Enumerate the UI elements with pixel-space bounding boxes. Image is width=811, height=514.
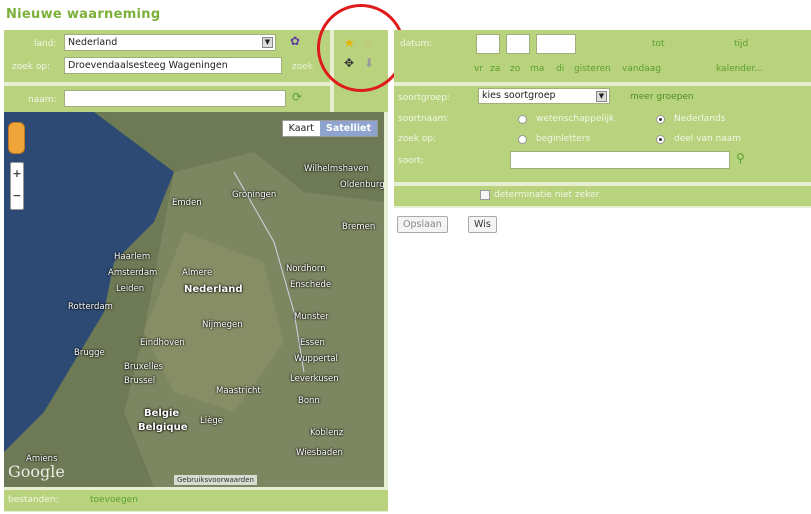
city-label: Nordhorn (286, 264, 326, 274)
city-label: Oldenburg (340, 180, 384, 190)
map-view[interactable]: + − Kaart Satelliet Wilhelmshaven Oldenb… (4, 112, 384, 487)
day-shortcut[interactable]: vr (474, 64, 483, 74)
day-shortcut[interactable]: za (490, 64, 500, 74)
map-attribution[interactable]: Gebruiksvoorwaarden (174, 475, 257, 485)
city-label: Wiesbaden (296, 448, 343, 458)
city-label: Nederland (184, 284, 243, 295)
day-shortcut[interactable]: di (556, 64, 564, 74)
zoom-control[interactable]: + − (10, 162, 24, 210)
country-icon[interactable]: ✿ (290, 34, 300, 48)
city-label: Brugge (74, 348, 105, 358)
species-input[interactable] (510, 151, 730, 169)
observation-panel: datum: tot tijd vr za zo ma di gisteren … (394, 30, 811, 208)
city-label: Nijmegen (202, 320, 243, 330)
date-row (394, 30, 811, 82)
soort-label: soort: (398, 156, 424, 166)
city-label: Amsterdam (108, 268, 158, 278)
naam-label: naam: (28, 95, 57, 105)
zoom-out-icon[interactable]: − (11, 185, 23, 207)
zoom-in-icon[interactable]: + (11, 163, 23, 185)
soortnaam-label: soortnaam: (398, 114, 450, 124)
highlight-circle (317, 4, 405, 92)
scientific-label: wetenschappelijk (536, 114, 615, 124)
determination-label: determinatie niet zeker (494, 190, 600, 200)
map-button[interactable]: Kaart (282, 121, 320, 136)
city-label: Wuppertal (294, 354, 338, 364)
calendar-link[interactable]: kalender... (716, 64, 763, 74)
files-label: bestanden: (8, 495, 59, 505)
day-shortcut[interactable]: ma (530, 64, 544, 74)
page-title: Nieuwe waarneming (6, 7, 161, 22)
partial-name-radio[interactable] (656, 135, 665, 144)
species-group-select[interactable]: kies soortgroep (478, 88, 610, 104)
today-link[interactable]: vandaag (622, 64, 661, 74)
city-label: Emden (172, 198, 202, 208)
scientific-radio[interactable] (518, 115, 527, 124)
city-label: Leverkusen (290, 374, 339, 384)
city-label: Belgie (144, 408, 180, 419)
pegman-icon[interactable] (8, 122, 25, 154)
soortgroep-label: soortgroep: (398, 93, 450, 103)
initials-label: beginletters (536, 134, 591, 144)
clear-button[interactable]: Wis (468, 216, 497, 233)
day-input[interactable] (476, 34, 500, 54)
city-label: Groningen (232, 190, 277, 200)
city-label: Liège (200, 416, 223, 426)
land-select[interactable]: Nederland (64, 34, 276, 51)
city-label: Koblenz (310, 428, 344, 438)
dutch-label: Nederlands (674, 114, 726, 124)
google-logo: Google (8, 462, 65, 481)
city-label: Bonn (298, 396, 320, 406)
city-label: Rotterdam (68, 302, 113, 312)
refresh-icon[interactable]: ⟳ (292, 90, 302, 104)
city-label: Almere (182, 268, 213, 278)
files-row: bestanden: toevoegen (4, 490, 388, 511)
city-label: Munster (294, 312, 329, 322)
city-label: Belgique (138, 422, 188, 433)
determination-row (394, 186, 811, 206)
tijd-label: tijd (734, 39, 749, 49)
chevron-down-icon[interactable]: ▼ (596, 91, 607, 102)
address-search-input[interactable]: Droevendaalsesteeg Wageningen (64, 57, 282, 74)
day-shortcut[interactable]: zo (510, 64, 520, 74)
location-name-input[interactable] (64, 90, 286, 107)
year-input[interactable] (536, 34, 576, 54)
city-label: Brussel (124, 376, 156, 386)
determination-checkbox[interactable] (480, 190, 490, 200)
save-button[interactable]: Opslaan (397, 216, 448, 233)
search-link[interactable]: zoek (292, 62, 313, 72)
chevron-down-icon[interactable]: ▼ (262, 37, 273, 48)
city-label: Leiden (116, 284, 145, 294)
tot-label: tot (652, 39, 665, 49)
city-label: Bruxelles (124, 362, 164, 372)
zoek-op-label: zoek op: (12, 62, 51, 72)
city-label: Wilhelmshaven (304, 164, 369, 174)
map-type-control[interactable]: Kaart Satelliet (281, 120, 378, 137)
satellite-button[interactable]: Satelliet (320, 121, 377, 136)
search-icon[interactable]: ⚲ (736, 151, 745, 165)
yesterday-link[interactable]: gisteren (574, 64, 611, 74)
land-label: land: (34, 39, 57, 49)
city-label: Bremen (342, 222, 376, 232)
city-label: Eindhoven (140, 338, 185, 348)
more-groups-link[interactable]: meer groepen (630, 92, 694, 102)
city-label: Maastricht (216, 386, 261, 396)
zoek-op-label: zoek op: (398, 134, 437, 144)
dutch-radio[interactable] (656, 115, 665, 124)
month-input[interactable] (506, 34, 530, 54)
datum-label: datum: (400, 39, 433, 49)
partial-name-label: deel van naam (674, 134, 742, 144)
initials-radio[interactable] (518, 135, 527, 144)
city-label: Essen (300, 338, 325, 348)
city-label: Enschede (290, 280, 332, 290)
city-label: Haarlem (114, 252, 151, 262)
add-files-link[interactable]: toevoegen (90, 495, 138, 505)
